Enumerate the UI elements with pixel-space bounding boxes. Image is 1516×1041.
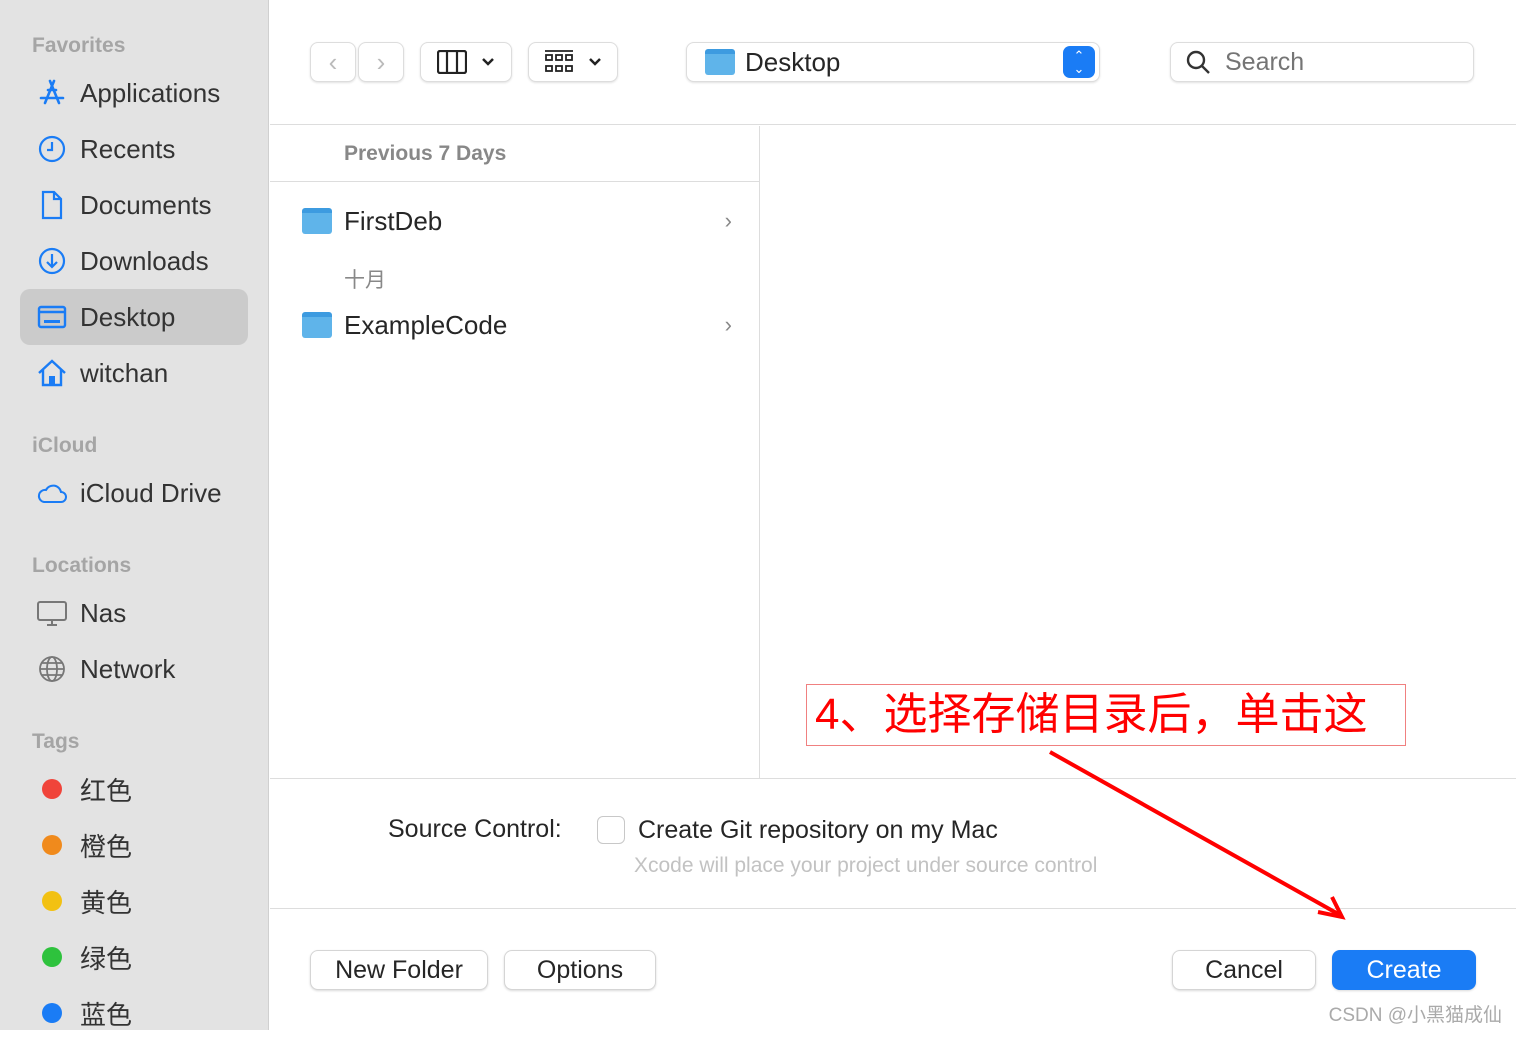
create-button[interactable]: Create [1332, 950, 1476, 990]
watermark: CSDN @小黑猫成仙 [1328, 1005, 1502, 1026]
annotation-arrow [1049, 750, 1346, 920]
options-button[interactable]: Options [504, 950, 656, 990]
new-folder-button[interactable]: New Folder [310, 950, 488, 990]
cancel-button[interactable]: Cancel [1172, 950, 1316, 990]
